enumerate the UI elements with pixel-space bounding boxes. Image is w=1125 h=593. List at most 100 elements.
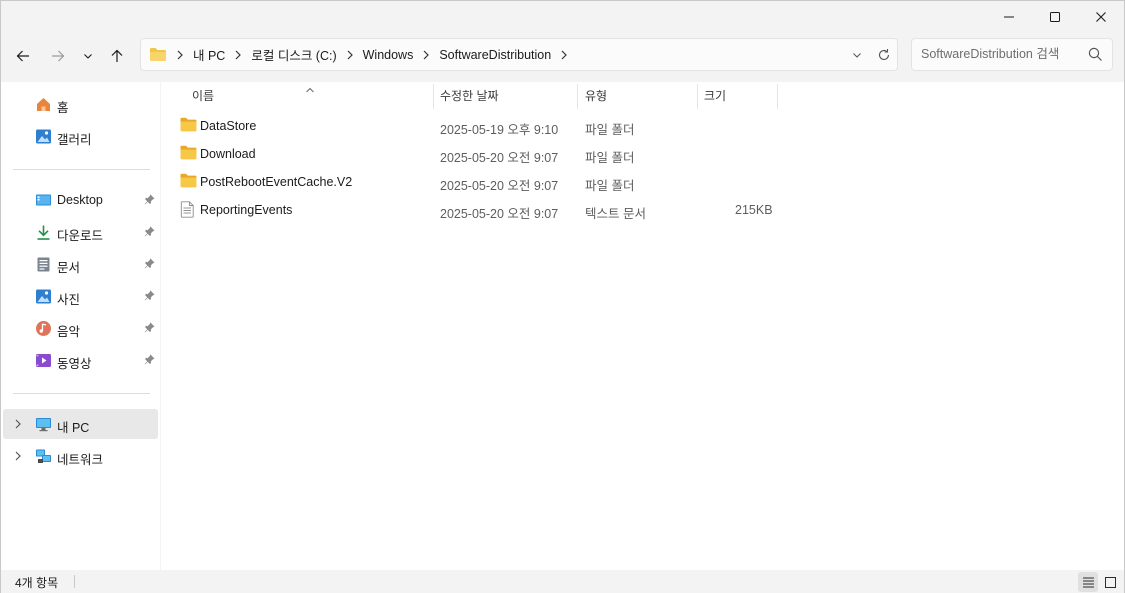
column-header-label: 유형 [585,89,608,103]
column-divider[interactable] [697,84,698,109]
file-modified: 2025-05-20 오전 9:07 [440,151,559,165]
maximize-icon [1050,12,1060,22]
pin-icon[interactable] [144,194,155,208]
folder-icon [149,47,167,62]
arrow-left-icon [16,50,29,62]
column-header-size[interactable]: 크기 [704,82,776,109]
sidebar-item-label: 음악 [57,325,81,339]
details-view-icon [1082,577,1094,588]
sidebar-item-label: 다운로드 [57,229,104,243]
column-divider[interactable] [433,84,434,109]
file-modified: 2025-05-19 오후 9:10 [440,123,559,137]
arrow-up-icon [111,49,123,62]
address-bar[interactable]: 내 PC 로컬 디스크 (C:) Windows SoftwareDistrib… [140,38,898,71]
sidebar-item-home[interactable]: 홈 [3,89,158,119]
chevron-right-icon[interactable] [560,50,568,60]
address-history-button[interactable] [851,49,863,61]
sidebar-item-label: 내 PC [57,421,90,435]
search-box[interactable] [911,38,1113,71]
file-row[interactable]: ReportingEvents 2025-05-20 오전 9:07 텍스트 문… [176,196,786,224]
sidebar-item-label: 홈 [57,101,69,115]
download-icon [35,224,52,241]
column-header-type[interactable]: 유형 [585,82,695,109]
pin-icon[interactable] [144,258,155,272]
forward-button[interactable] [43,41,73,71]
file-explorer-window: 내 PC 로컬 디스크 (C:) Windows SoftwareDistrib… [0,0,1125,593]
pin-icon[interactable] [144,226,155,240]
breadcrumb-windows[interactable]: Windows [363,48,414,62]
breadcrumb-softwaredistribution[interactable]: SoftwareDistribution [439,48,551,62]
sidebar-item-label: Desktop [57,193,103,207]
chevron-down-icon [853,52,861,58]
file-row[interactable]: Download 2025-05-20 오전 9:07 파일 폴더 [176,140,786,168]
column-header-modified[interactable]: 수정한 날짜 [440,82,576,109]
sidebar-item-downloads[interactable]: 다운로드 [3,217,158,247]
sidebar-divider [13,169,150,170]
gallery-icon [35,128,52,145]
maximize-button[interactable] [1032,1,1078,33]
column-divider[interactable] [577,84,578,109]
pictures-icon [35,288,52,305]
sidebar-item-videos[interactable]: 동영상 [3,345,158,375]
close-button[interactable] [1078,1,1124,33]
details-view-button[interactable] [1078,572,1098,592]
sidebar-item-network[interactable]: 네트워크 [3,441,158,471]
sidebar-item-gallery[interactable]: 갤러리 [3,121,158,151]
chevron-right-icon[interactable] [346,50,354,60]
title-bar [1,1,1124,33]
file-row[interactable]: DataStore 2025-05-19 오후 9:10 파일 폴더 [176,112,786,140]
sidebar-item-label: 네트워크 [57,453,104,467]
sidebar-item-desktop[interactable]: Desktop [3,185,158,215]
back-button[interactable] [8,41,38,71]
sidebar-item-pictures[interactable]: 사진 [3,281,158,311]
file-type: 파일 폴더 [585,179,635,193]
search-icon[interactable] [1088,47,1103,65]
minimize-icon [1004,16,1014,18]
breadcrumb-this-pc[interactable]: 내 PC [193,45,225,64]
sidebar-item-documents[interactable]: 문서 [3,249,158,279]
file-list: 이름 수정한 날짜 유형 크기 DataStore 2025-05-19 오후 … [161,82,1124,570]
column-header-name[interactable]: 이름 [192,82,432,109]
sidebar-item-label: 갤러리 [57,133,92,147]
sidebar-divider [13,393,150,394]
column-header-label: 크기 [704,89,727,103]
column-header-label: 수정한 날짜 [440,89,499,103]
chevron-right-icon[interactable] [176,50,184,60]
file-modified: 2025-05-20 오전 9:07 [440,179,559,193]
file-name: PostRebootEventCache.V2 [200,175,353,189]
search-input[interactable] [921,47,1081,61]
pin-icon[interactable] [144,290,155,304]
caption-buttons [986,1,1124,33]
text-file-icon [180,201,195,221]
pin-icon[interactable] [144,354,155,368]
pin-icon[interactable] [144,322,155,336]
home-icon [35,96,52,113]
sidebar-item-this-pc[interactable]: 내 PC [3,409,158,439]
recent-locations-button[interactable] [73,41,103,71]
breadcrumb-local-disk[interactable]: 로컬 디스크 (C:) [251,45,336,64]
column-divider[interactable] [777,84,778,109]
sidebar-item-music[interactable]: 음악 [3,313,158,343]
address-actions [851,39,891,70]
file-size: 215KB [735,203,773,217]
status-divider [74,575,75,588]
network-icon [35,448,52,465]
up-button[interactable] [102,41,132,71]
file-row[interactable]: PostRebootEventCache.V2 2025-05-20 오전 9:… [176,168,786,196]
sidebar-item-label: 사진 [57,293,81,307]
navigation-bar: 내 PC 로컬 디스크 (C:) Windows SoftwareDistrib… [1,33,1124,79]
desktop-icon [35,192,52,209]
chevron-right-icon[interactable] [14,418,22,432]
chevron-right-icon[interactable] [14,450,22,464]
chevron-down-icon [84,54,92,59]
folder-icon [180,117,197,135]
chevron-right-icon[interactable] [422,50,430,60]
document-icon [35,256,52,273]
sidebar-item-label: 문서 [57,261,81,275]
file-name: Download [200,147,256,161]
large-icons-view-button[interactable] [1100,572,1120,592]
chevron-right-icon[interactable] [234,50,242,60]
file-type: 파일 폴더 [585,123,635,137]
minimize-button[interactable] [986,1,1032,33]
refresh-button[interactable] [877,48,891,62]
